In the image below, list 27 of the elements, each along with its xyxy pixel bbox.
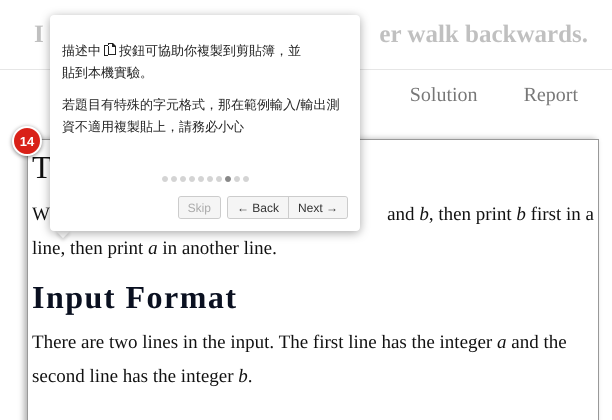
step-dot[interactable] (224, 176, 230, 182)
step-dot[interactable] (206, 176, 212, 182)
tour-text: 貼到本機實驗。 (62, 66, 153, 81)
description-text: W (32, 203, 50, 227)
page-title: I (34, 20, 44, 48)
input-format-text: There are two lines in the input. The first line has the integer a and the second line has the integer b. (32, 331, 568, 389)
description-text: and b, then print b first in a (387, 203, 594, 227)
step-dot[interactable] (170, 176, 176, 182)
step-dot[interactable] (188, 176, 194, 182)
back-button[interactable]: ← Back (226, 196, 289, 219)
step-dot[interactable] (242, 176, 248, 182)
nav-tab[interactable]: Report (524, 84, 578, 139)
step-dot[interactable] (216, 176, 222, 182)
step-dot[interactable] (180, 176, 186, 182)
next-button[interactable]: Next → (288, 196, 348, 219)
tour-text: 若題目有特殊的字元格式，那在範例輸入/輸出測資不適用複製貼上，請務必小心 (62, 97, 340, 137)
step-dot[interactable] (198, 176, 204, 182)
nav-tab[interactable]: Solution (410, 84, 478, 139)
tour-text: 描述中 (62, 44, 101, 59)
step-dot[interactable] (234, 176, 240, 182)
copy-icon (104, 43, 116, 57)
section-heading: Input Format (32, 278, 239, 317)
step-badge: 14 (12, 126, 42, 156)
page-title: er walk backwards. (379, 20, 588, 48)
tour-text: 按鈕可協助你複製到剪貼簿，並 (119, 44, 301, 59)
description-text: line, then print a in another line. (32, 237, 278, 261)
step-dot[interactable] (162, 176, 168, 182)
